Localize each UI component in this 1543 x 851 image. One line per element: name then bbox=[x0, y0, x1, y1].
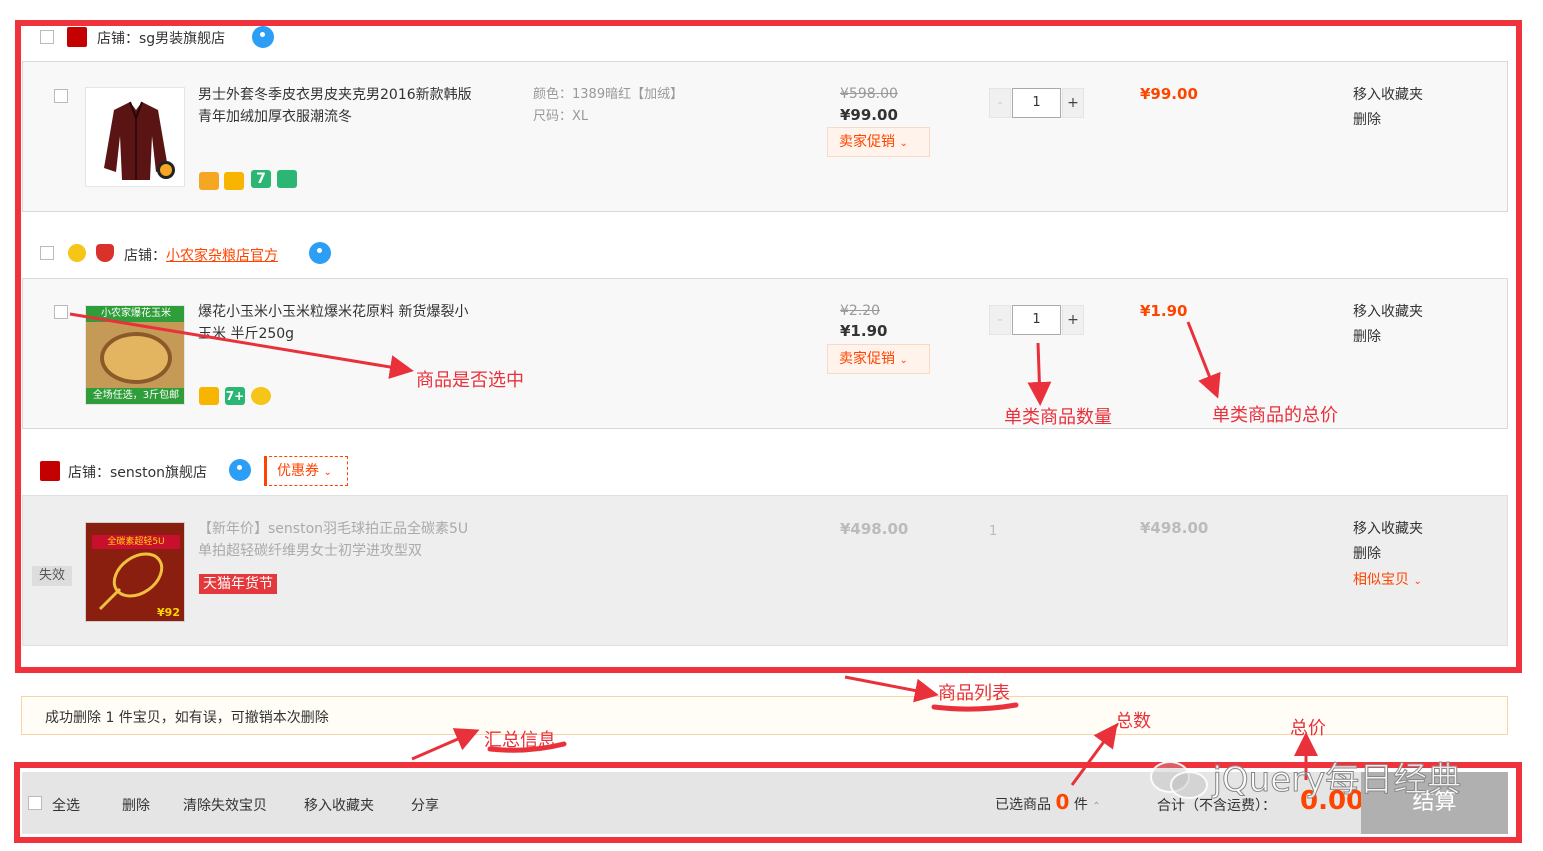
arrow-summary bbox=[411, 728, 480, 761]
product-list-frame bbox=[15, 20, 1522, 673]
wechat-watermark: jQuery每日经典 bbox=[1150, 752, 1462, 801]
annotation-selected: 商品是否选中 bbox=[416, 370, 524, 391]
annotation-total: 总价 bbox=[1290, 718, 1326, 739]
delete-notice-text[interactable]: 成功删除 1 件宝贝，如有误，可撤销本次删除 bbox=[45, 707, 329, 727]
watermark-text: jQuery每日经典 bbox=[1212, 760, 1462, 801]
wechat-icon bbox=[1150, 757, 1208, 799]
delete-notice-bar: 成功删除 1 件宝贝，如有误，可撤销本次删除 bbox=[21, 696, 1508, 735]
annotation-quantity: 单类商品数量 bbox=[1004, 407, 1112, 428]
annotation-summary: 汇总信息 bbox=[484, 730, 556, 751]
annotation-count: 总数 bbox=[1115, 711, 1151, 732]
arrow-list bbox=[844, 675, 939, 703]
annotation-list: 商品列表 bbox=[938, 683, 1010, 704]
annotation-subtotal: 单类商品的总价 bbox=[1212, 405, 1338, 426]
